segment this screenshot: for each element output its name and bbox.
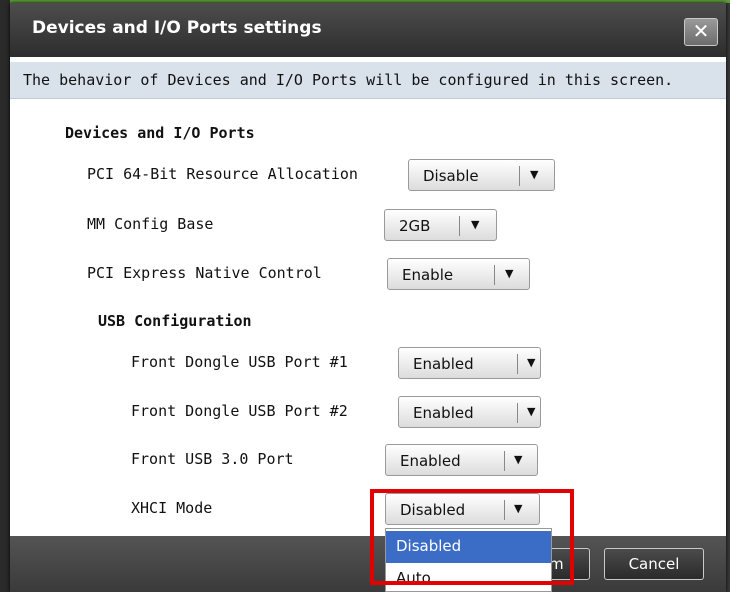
select-value: Enable — [402, 266, 454, 284]
chevron-down-icon: ▼ — [514, 453, 523, 466]
label-mm-config-base: MM Config Base — [87, 215, 214, 233]
chevron-down-icon: ▼ — [527, 356, 536, 369]
select-front-dongle-1[interactable]: Enabled ▼ — [398, 347, 541, 379]
info-bar: The behavior of Devices and I/O Ports wi… — [10, 62, 726, 99]
label-front-dongle-1: Front Dongle USB Port #1 — [131, 353, 348, 371]
close-icon: ✕ — [692, 19, 710, 43]
select-mm-config-base[interactable]: 2GB ▼ — [384, 209, 497, 241]
close-button[interactable]: ✕ — [684, 18, 718, 46]
dialog-footer: Confirm Cancel — [10, 536, 726, 592]
cancel-button-label: Cancel — [628, 555, 680, 573]
select-pci-64bit[interactable]: Disable ▼ — [408, 159, 555, 191]
section-heading-usb: USB Configuration — [98, 312, 252, 330]
select-value: Disable — [423, 167, 479, 185]
select-value: Enabled — [400, 452, 461, 470]
settings-dialog: Devices and I/O Ports settings ✕ The beh… — [10, 3, 726, 592]
select-separator — [517, 354, 518, 374]
chevron-down-icon: ▼ — [527, 405, 536, 418]
select-separator — [519, 166, 520, 186]
select-separator — [459, 216, 460, 236]
select-front-dongle-2[interactable]: Enabled ▼ — [398, 396, 541, 428]
select-separator — [517, 403, 518, 423]
label-pci-64bit: PCI 64-Bit Resource Allocation — [87, 165, 358, 183]
label-xhci-mode: XHCI Mode — [131, 499, 213, 517]
cancel-button[interactable]: Cancel — [604, 548, 704, 580]
label-front-usb-3: Front USB 3.0 Port — [131, 450, 294, 468]
select-value: Enabled — [413, 355, 474, 373]
select-separator — [504, 451, 505, 471]
select-pci-express-native[interactable]: Enable ▼ — [387, 258, 530, 290]
label-pci-express-native: PCI Express Native Control — [87, 264, 322, 282]
select-value: 2GB — [399, 217, 431, 235]
background-edge — [0, 0, 10, 592]
section-heading-devices: Devices and I/O Ports — [65, 124, 255, 142]
info-text: The behavior of Devices and I/O Ports wi… — [23, 71, 674, 89]
dialog-titlebar: Devices and I/O Ports settings ✕ — [10, 3, 726, 57]
chevron-down-icon: ▼ — [530, 168, 539, 181]
select-value: Enabled — [413, 404, 474, 422]
chevron-down-icon: ▼ — [505, 267, 514, 280]
chevron-down-icon: ▼ — [471, 218, 480, 231]
label-front-dongle-2: Front Dongle USB Port #2 — [131, 402, 348, 420]
annotation-highlight-box — [370, 489, 574, 585]
select-front-usb-3[interactable]: Enabled ▼ — [385, 444, 538, 476]
dialog-title: Devices and I/O Ports settings — [32, 18, 322, 38]
select-separator — [494, 265, 495, 285]
